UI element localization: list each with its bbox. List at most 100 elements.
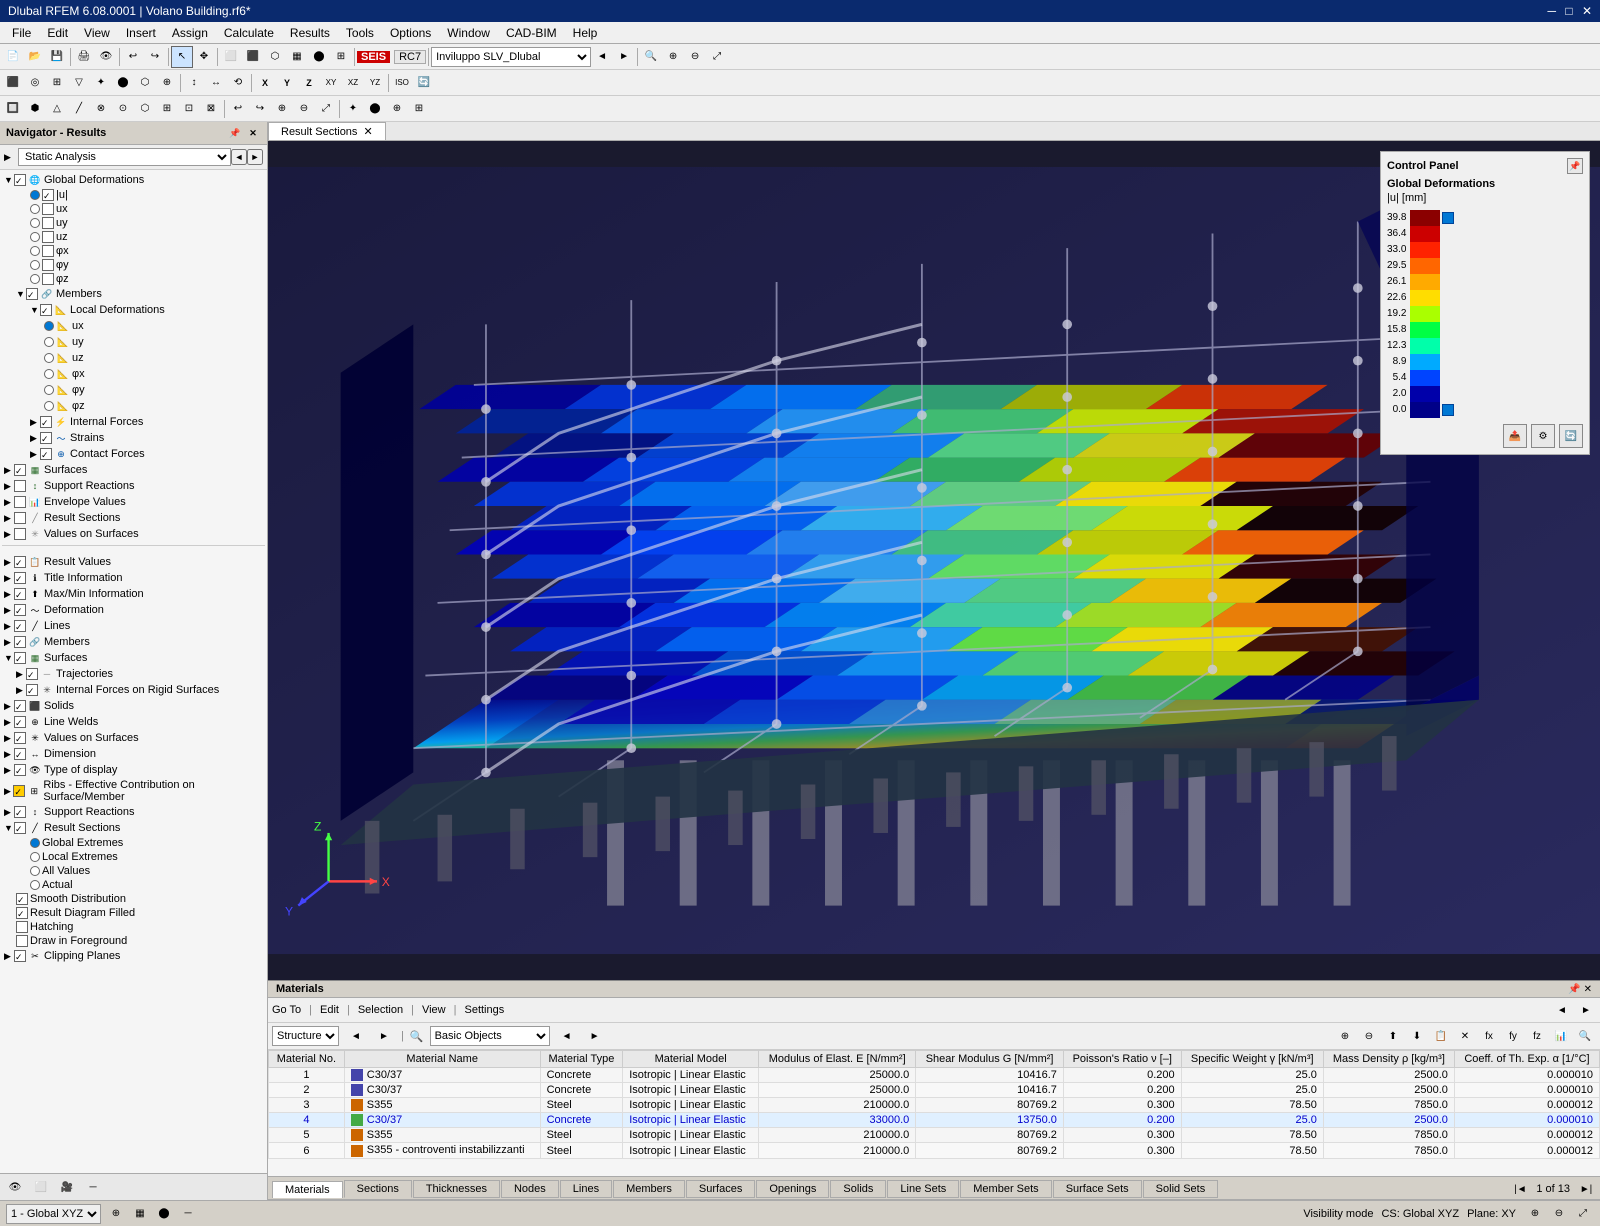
mat-ab9[interactable]: fz xyxy=(1526,1025,1548,1047)
table-row[interactable]: 5 S355 Steel Isotropic | Linear Elastic … xyxy=(269,1128,1600,1143)
nav-next-btn[interactable]: ► xyxy=(247,149,263,165)
ux-cb[interactable] xyxy=(42,203,54,215)
rs2-checkbox[interactable] xyxy=(14,822,26,834)
menu-options[interactable]: Options xyxy=(382,24,439,42)
mm-checkbox[interactable] xyxy=(14,588,26,600)
cf-checkbox[interactable] xyxy=(40,448,52,460)
tb2-btn2[interactable]: ◎ xyxy=(24,72,46,94)
maximize-btn[interactable]: □ xyxy=(1565,4,1572,18)
phiz-radio[interactable] xyxy=(30,274,40,284)
mat-ab8[interactable]: fy xyxy=(1502,1025,1524,1047)
members-checkbox[interactable] xyxy=(26,288,38,300)
tb-btn11[interactable]: ⊖ xyxy=(684,46,706,68)
st-r2[interactable]: ⊖ xyxy=(1548,1203,1570,1225)
table-row[interactable]: 4 C30/37 Concrete Isotropic | Linear Ela… xyxy=(269,1113,1600,1128)
mem2-checkbox[interactable] xyxy=(14,636,26,648)
le-radio[interactable] xyxy=(30,852,40,862)
slider-top[interactable] xyxy=(1442,210,1458,226)
nav-ld-uy[interactable]: 📐 uy xyxy=(2,334,265,350)
nav-if-rigid[interactable]: ▶ ✳ Internal Forces on Rigid Surfaces xyxy=(2,682,265,698)
tb-select[interactable]: ↖ xyxy=(171,46,193,68)
nav-surfaces-header[interactable]: ▶ ▦ Surfaces xyxy=(2,462,265,478)
nav-vos2-header[interactable]: ▶ ✳ Values on Surfaces xyxy=(2,730,265,746)
nav-trajectories[interactable]: ▶ ─ Trajectories xyxy=(2,666,265,682)
tb2-btn4[interactable]: ▽ xyxy=(68,72,90,94)
uy-cb[interactable] xyxy=(42,217,54,229)
slider-bottom[interactable] xyxy=(1442,402,1458,418)
tb-next-combo[interactable]: ► xyxy=(613,46,635,68)
clip-checkbox[interactable] xyxy=(14,950,26,962)
mat-btn1[interactable]: ◄ xyxy=(1552,1000,1572,1020)
tb-redo[interactable]: ↪ xyxy=(144,46,166,68)
tb-btn8[interactable]: ⊞ xyxy=(330,46,352,68)
mat-edit[interactable]: Edit xyxy=(320,1004,339,1016)
tb-prev-combo[interactable]: ◄ xyxy=(591,46,613,68)
menu-assign[interactable]: Assign xyxy=(164,24,216,42)
def-checkbox[interactable] xyxy=(14,604,26,616)
cs-select[interactable]: 1 - Global XYZ xyxy=(6,1204,101,1224)
rs-tab-close[interactable]: ✕ xyxy=(363,125,372,138)
nav-pin-icon[interactable]: 📌 xyxy=(227,125,243,141)
nav-actual[interactable]: Actual xyxy=(2,878,265,892)
dim-checkbox[interactable] xyxy=(14,748,26,760)
mat-ab6[interactable]: ✕ xyxy=(1454,1025,1476,1047)
result-sections-tab[interactable]: Result Sections ✕ xyxy=(268,122,386,140)
nav-sr2-header[interactable]: ▶ ↕ Support Reactions xyxy=(2,804,265,820)
tb3-btn3[interactable]: △ xyxy=(46,98,68,120)
ux-radio[interactable] xyxy=(30,204,40,214)
tb3-btn10[interactable]: ⊠ xyxy=(200,98,222,120)
tb2-iso[interactable]: ISO xyxy=(391,72,413,94)
tab-solidsets[interactable]: Solid Sets xyxy=(1143,1180,1219,1198)
traj-checkbox[interactable] xyxy=(26,668,38,680)
av-radio[interactable] xyxy=(30,866,40,876)
nav-phiz[interactable]: φz xyxy=(2,272,265,286)
cp-settings-btn[interactable]: ⚙ xyxy=(1531,424,1555,448)
tb-open[interactable]: 📂 xyxy=(24,46,46,68)
u-total-cb[interactable] xyxy=(42,189,54,201)
3d-view-area[interactable]: X Z Y Control Panel 📌 Global Deformation… xyxy=(268,141,1600,980)
nav-smooth[interactable]: Smooth Distribution xyxy=(2,892,265,906)
tab-membersets[interactable]: Member Sets xyxy=(960,1180,1051,1198)
sr2-checkbox[interactable] xyxy=(14,806,26,818)
tb-new[interactable]: 📄 xyxy=(2,46,24,68)
nav-hatching[interactable]: Hatching xyxy=(2,920,265,934)
tod-checkbox[interactable] xyxy=(14,764,26,776)
st-btn1[interactable]: ⊕ xyxy=(105,1203,127,1225)
nav-members-header[interactable]: ▼ 🔗 Members xyxy=(2,286,265,302)
tb-save[interactable]: 💾 xyxy=(46,46,68,68)
if-checkbox[interactable] xyxy=(40,416,52,428)
nav-local-deformations-header[interactable]: ▼ 📐 Local Deformations xyxy=(2,302,265,318)
nav-support-reactions-header[interactable]: ▶ ↕ Support Reactions xyxy=(2,478,265,494)
structure-filter[interactable]: Structure xyxy=(272,1026,339,1046)
menu-results[interactable]: Results xyxy=(282,24,338,42)
table-row[interactable]: 6 S355 - controventi instabilizzanti Ste… xyxy=(269,1143,1600,1158)
lw-checkbox[interactable] xyxy=(14,716,26,728)
ld-phiz-radio[interactable] xyxy=(44,401,54,411)
tb-btn6[interactable]: ▦ xyxy=(286,46,308,68)
basic-objects-filter[interactable]: Basic Objects xyxy=(430,1026,550,1046)
menu-window[interactable]: Window xyxy=(439,24,498,42)
nav-rs2-header[interactable]: ▼ ╱ Result Sections xyxy=(2,820,265,836)
nav-close-icon[interactable]: ✕ xyxy=(245,125,261,141)
nav-result-values-header[interactable]: ▶ 📋 Result Values xyxy=(2,554,265,570)
tab-members[interactable]: Members xyxy=(613,1180,685,1198)
tb3-btn7[interactable]: ⬡ xyxy=(134,98,156,120)
st-r3[interactable]: ⤢ xyxy=(1572,1203,1594,1225)
table-row[interactable]: 1 C30/37 Concrete Isotropic | Linear Ela… xyxy=(269,1068,1600,1083)
tb3-btn14[interactable]: ⊖ xyxy=(293,98,315,120)
ld-checkbox[interactable] xyxy=(40,304,52,316)
nav-type-display-header[interactable]: ▶ 👁 Type of display xyxy=(2,762,265,778)
smooth-cb[interactable] xyxy=(16,893,28,905)
df-cb[interactable] xyxy=(16,907,28,919)
mat-settings[interactable]: Settings xyxy=(464,1004,504,1016)
u-total-radio[interactable] xyxy=(30,190,40,200)
nav-ld-uz[interactable]: 📐 uz xyxy=(2,350,265,366)
tb2-xyz3[interactable]: Z xyxy=(298,72,320,94)
nav-ld-phix[interactable]: 📐 φx xyxy=(2,366,265,382)
tab-openings[interactable]: Openings xyxy=(756,1180,829,1198)
rv-checkbox[interactable] xyxy=(14,556,26,568)
menu-cad-bim[interactable]: CAD-BIM xyxy=(498,24,565,42)
st-btn4[interactable]: ─ xyxy=(177,1203,199,1225)
st-r1[interactable]: ⊕ xyxy=(1524,1203,1546,1225)
env-checkbox[interactable] xyxy=(14,496,26,508)
